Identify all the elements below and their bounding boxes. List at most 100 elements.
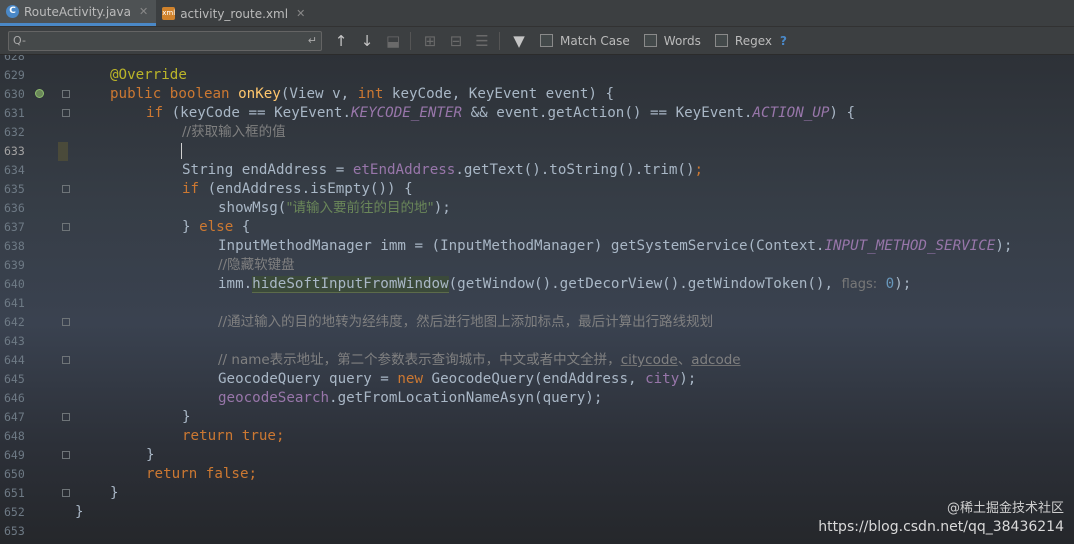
code-text-area[interactable]: @Override public boolean onKey(View v, i… <box>75 55 1074 544</box>
keyword: if <box>182 181 200 197</box>
code-text: .getFromLocationNameAsyn(query); <box>329 390 603 406</box>
filter-icon[interactable]: ▼ <box>512 32 526 50</box>
close-tab-icon[interactable]: ✕ <box>296 7 305 20</box>
constant: INPUT_METHOD_SERVICE <box>824 238 996 254</box>
code-editor[interactable]: 628 629 630 631 632 633 634 635 636 637 … <box>0 55 1074 544</box>
fold-icon[interactable] <box>62 451 70 459</box>
gutter-line: 633 <box>0 142 70 161</box>
java-class-icon: C <box>6 5 19 18</box>
gutter-line: 650 <box>0 465 70 484</box>
code-text: ; <box>275 428 285 444</box>
match-case-checkbox[interactable] <box>540 34 553 47</box>
tab-route-activity-java[interactable]: C RouteActivity.java ✕ <box>0 0 157 26</box>
find-in-path-icon[interactable]: ⬓ <box>386 32 400 50</box>
gutter-line: 649 <box>0 446 70 465</box>
line-number: 638 <box>4 239 25 253</box>
match-case-option[interactable]: Match Case <box>540 34 630 48</box>
xml-file-icon: xml <box>162 7 176 20</box>
gutter-line: 629 <box>0 66 70 85</box>
next-occurrence-icon[interactable]: ↓ <box>360 32 374 50</box>
override-marker-icon[interactable] <box>35 89 44 98</box>
string-literal: "请输入要前往的目的地" <box>286 200 434 216</box>
field: geocodeSearch <box>218 390 330 406</box>
code-text: { <box>233 219 251 235</box>
line-number: 629 <box>4 68 25 82</box>
code-line: } <box>146 446 155 465</box>
code-text: .getText().toString().trim() <box>455 162 695 178</box>
comment: // name表示地址，第二个参数表示查询城市，中文或者中文全拼， <box>218 352 621 368</box>
words-option[interactable]: Words <box>643 33 701 48</box>
regex-option[interactable]: Regex <box>714 34 772 48</box>
code-line: } <box>75 503 84 522</box>
line-number: 648 <box>4 429 25 443</box>
code-line: } else { <box>182 218 250 237</box>
gutter-line: 635 <box>0 180 70 199</box>
code-line: } <box>182 408 191 427</box>
words-label: Words <box>663 33 701 48</box>
tab-label: RouteActivity.java <box>24 4 131 19</box>
code-text: (getWindow().getDecorView().getWindowTok… <box>448 276 842 292</box>
remove-selection-icon[interactable]: ⊟ <box>449 32 463 50</box>
fold-icon[interactable] <box>62 223 70 231</box>
tab-activity-route-xml[interactable]: xml activity_route.xml ✕ <box>156 1 313 26</box>
code-text: keyCode, KeyEvent event) { <box>383 86 614 102</box>
comment: //隐藏软键盘 <box>218 257 295 273</box>
keyword: new <box>397 371 423 387</box>
gutter-line: 646 <box>0 389 70 408</box>
code-line: geocodeSearch.getFromLocationNameAsyn(qu… <box>218 389 602 408</box>
code-line: String endAddress = etEndAddress.getText… <box>182 161 703 180</box>
code-line: imm.hideSoftInputFromWindow(getWindow().… <box>218 275 911 294</box>
code-text: ; <box>248 466 258 482</box>
fold-icon[interactable] <box>62 489 70 497</box>
fold-icon[interactable] <box>62 356 70 364</box>
code-line: GeocodeQuery query = new GeocodeQuery(en… <box>218 370 696 389</box>
toolbar-divider <box>499 31 500 50</box>
close-tab-icon[interactable]: ✕ <box>139 5 148 18</box>
keyword: true <box>241 428 276 444</box>
code-line: //隐藏软键盘 <box>218 256 295 275</box>
code-text: imm. <box>218 276 253 292</box>
line-number: 649 <box>4 448 25 462</box>
code-text: ; <box>694 162 704 178</box>
fold-icon[interactable] <box>62 318 70 326</box>
tab-label: activity_route.xml <box>180 6 289 21</box>
code-text: ); <box>894 276 912 292</box>
search-input[interactable]: Q- ↵ <box>8 30 322 51</box>
line-number: 632 <box>4 125 25 139</box>
toolbar-divider <box>410 31 411 50</box>
gutter-line: 642 <box>0 313 70 332</box>
code-text: } <box>146 447 155 463</box>
fold-icon[interactable] <box>62 90 70 98</box>
watermark: @稀土掘金技术社区 https://blog.csdn.net/qq_38436… <box>818 500 1064 536</box>
line-number: 645 <box>4 372 25 386</box>
fold-icon[interactable] <box>62 413 70 421</box>
line-number: 651 <box>4 486 25 500</box>
watermark-text: @稀土掘金技术社区 <box>946 501 1064 516</box>
field: city <box>645 371 680 387</box>
select-all-occurrences-icon[interactable]: ☰ <box>475 32 489 50</box>
match-case-label: Match Case <box>560 33 630 48</box>
gutter-line: 643 <box>0 332 70 351</box>
gutter-line: 638 <box>0 237 70 256</box>
code-line: if (endAddress.isEmpty()) { <box>182 180 413 199</box>
words-checkbox[interactable] <box>643 34 657 47</box>
text-caret <box>181 143 182 159</box>
keyword: int <box>357 86 384 102</box>
code-text: (keyCode == KeyEvent. <box>163 105 352 121</box>
code-line: @Override <box>110 66 187 85</box>
gutter-line: 637 <box>0 218 70 237</box>
code-text: ); <box>679 371 697 387</box>
add-selection-icon[interactable]: ⊞ <box>423 32 437 50</box>
fold-icon[interactable] <box>62 185 70 193</box>
code-text: InputMethodManager imm = (InputMethodMan… <box>218 238 825 254</box>
line-number: 652 <box>4 505 25 519</box>
regex-help-link[interactable]: ? <box>780 34 787 48</box>
gutter-line: 636 <box>0 199 70 218</box>
line-number: 647 <box>4 410 25 424</box>
enter-history-icon[interactable]: ↵ <box>308 34 317 47</box>
regex-checkbox[interactable] <box>714 34 728 47</box>
previous-occurrence-icon[interactable]: ↑ <box>334 32 348 50</box>
line-number: 650 <box>4 467 25 481</box>
method-name: onKey <box>238 86 281 102</box>
fold-icon[interactable] <box>62 109 70 117</box>
